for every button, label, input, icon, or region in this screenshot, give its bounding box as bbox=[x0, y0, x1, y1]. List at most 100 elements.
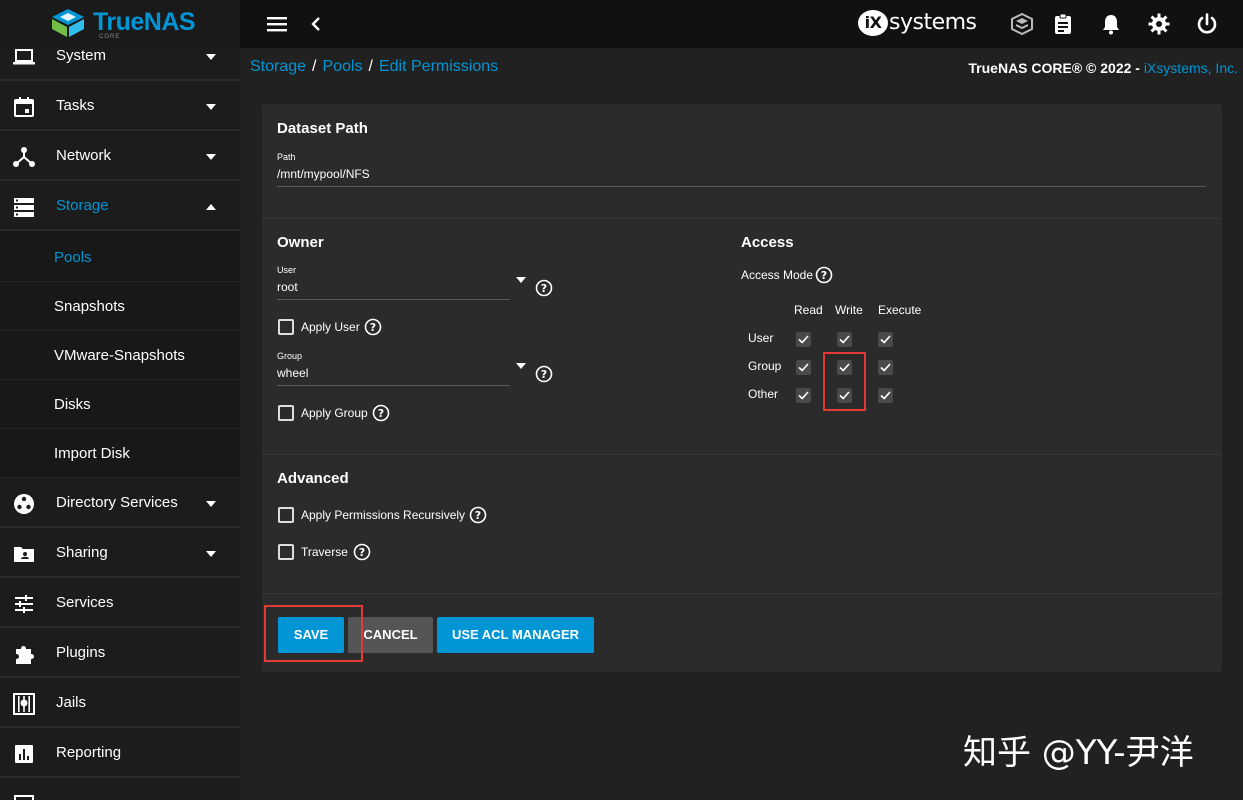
monitor-icon bbox=[14, 795, 34, 800]
column-read: Read bbox=[794, 303, 823, 317]
breadcrumb-pools[interactable]: Pools bbox=[323, 58, 363, 75]
apply-group-checkbox[interactable] bbox=[278, 405, 294, 421]
use-acl-manager-button[interactable]: USE ACL MANAGER bbox=[437, 617, 594, 653]
sidebar-subitem-import-disk[interactable]: Import Disk bbox=[0, 429, 240, 478]
help-icon[interactable]: ? bbox=[815, 266, 833, 284]
laptop-icon bbox=[13, 49, 35, 65]
main-content: Storage / Pools / Edit Permissions TrueNAS C… bbox=[240, 48, 1243, 800]
ix-logo-mark: iX bbox=[858, 10, 888, 36]
sidebar-item-label: Directory Services bbox=[56, 494, 178, 511]
copyright-text: TrueNAS CORE® © 2022 - bbox=[968, 60, 1144, 76]
svg-text:?: ? bbox=[370, 321, 376, 334]
sidebar-item-directory-services[interactable]: Directory Services bbox=[0, 480, 240, 528]
caret-down-icon bbox=[206, 54, 216, 60]
logo-area[interactable]: TrueNAS CORE bbox=[0, 0, 240, 48]
sidebar-item-plugins[interactable]: Plugins bbox=[0, 630, 240, 678]
breadcrumb-storage[interactable]: Storage bbox=[250, 58, 306, 75]
check-icon bbox=[880, 391, 891, 400]
sidebar-subitem-disks[interactable]: Disks bbox=[0, 380, 240, 429]
check-icon bbox=[839, 335, 850, 344]
back-icon[interactable] bbox=[308, 14, 324, 34]
copyright-link[interactable]: iXsystems, Inc. bbox=[1144, 60, 1238, 76]
storage-icon bbox=[14, 198, 34, 217]
check-icon bbox=[880, 363, 891, 372]
sidebar-subitem-vmware-snapshots[interactable]: VMware-Snapshots bbox=[0, 331, 240, 380]
power-icon[interactable] bbox=[1195, 12, 1219, 36]
folder-share-icon bbox=[14, 547, 34, 562]
sidebar-subitem-pools[interactable]: Pools bbox=[0, 233, 240, 282]
jail-icon bbox=[13, 693, 35, 715]
row-group: Group bbox=[748, 359, 782, 373]
sidebar-subitem-label: Import Disk bbox=[54, 445, 130, 462]
breadcrumb-edit-permissions: Edit Permissions bbox=[378, 58, 499, 75]
svg-text:?: ? bbox=[541, 368, 547, 381]
perm-other-execute-checkbox[interactable] bbox=[878, 388, 893, 403]
sidebar-item-sharing[interactable]: Sharing bbox=[0, 530, 240, 578]
sidebar-item-system[interactable]: System bbox=[0, 48, 240, 81]
sidebar-subitem-label: VMware-Snapshots bbox=[54, 347, 185, 364]
copyright: TrueNAS CORE® © 2022 - iXsystems, Inc. bbox=[968, 60, 1238, 76]
truecommand-icon[interactable] bbox=[1010, 12, 1034, 36]
svg-text:?: ? bbox=[821, 269, 827, 282]
apply-user-checkbox[interactable] bbox=[278, 319, 294, 335]
perm-user-write-checkbox[interactable] bbox=[837, 332, 852, 347]
network-icon bbox=[13, 147, 35, 167]
help-icon[interactable]: ? bbox=[535, 279, 553, 297]
perm-user-execute-checkbox[interactable] bbox=[878, 332, 893, 347]
menu-icon[interactable] bbox=[266, 14, 288, 34]
perm-group-execute-checkbox[interactable] bbox=[878, 360, 893, 375]
sidebar-subitem-snapshots[interactable]: Snapshots bbox=[0, 282, 240, 331]
sidebar-item-label: Storage bbox=[56, 197, 109, 214]
apply-group-label: Apply Group bbox=[301, 406, 368, 420]
help-icon[interactable]: ? bbox=[364, 318, 382, 336]
sidebar-item-reporting[interactable]: Reporting bbox=[0, 730, 240, 778]
apply-user-label: Apply User bbox=[301, 320, 360, 334]
section-divider bbox=[262, 593, 1222, 594]
check-icon bbox=[798, 391, 809, 400]
clipboard-icon[interactable] bbox=[1051, 12, 1075, 36]
caret-down-icon bbox=[206, 154, 216, 160]
user-select[interactable]: root bbox=[277, 280, 298, 294]
sidebar-item-label: Jails bbox=[56, 694, 87, 711]
traverse-checkbox[interactable] bbox=[278, 544, 294, 560]
caret-up-icon bbox=[206, 204, 216, 210]
sidebar: System Tasks Network Storage Pools Snaps… bbox=[0, 48, 240, 800]
directory-icon bbox=[14, 494, 34, 514]
perm-group-read-checkbox[interactable] bbox=[796, 360, 811, 375]
help-icon[interactable]: ? bbox=[372, 404, 390, 422]
apply-recursively-checkbox[interactable] bbox=[278, 507, 294, 523]
sidebar-item-storage[interactable]: Storage bbox=[0, 183, 240, 231]
group-dropdown-icon[interactable] bbox=[516, 363, 526, 369]
sidebar-item-tasks[interactable]: Tasks bbox=[0, 83, 240, 131]
user-label: User bbox=[277, 265, 297, 275]
user-dropdown-icon[interactable] bbox=[516, 277, 526, 283]
breadcrumb: Storage / Pools / Edit Permissions bbox=[250, 58, 498, 76]
highlight-save-box bbox=[264, 605, 363, 662]
sidebar-item-cutoff[interactable] bbox=[0, 780, 240, 800]
svg-text:?: ? bbox=[541, 282, 547, 295]
sidebar-item-services[interactable]: Services bbox=[0, 580, 240, 628]
bell-icon[interactable] bbox=[1099, 12, 1123, 36]
truenas-logo-icon bbox=[52, 9, 84, 37]
sidebar-item-jails[interactable]: Jails bbox=[0, 680, 240, 728]
group-select[interactable]: wheel bbox=[277, 366, 308, 380]
sidebar-subitem-label: Pools bbox=[54, 249, 92, 266]
brand-edition: CORE bbox=[99, 34, 121, 40]
path-value: /mnt/mypool/NFS bbox=[277, 167, 370, 181]
chart-icon bbox=[15, 745, 33, 763]
section-divider bbox=[262, 218, 1222, 219]
sidebar-item-label: Network bbox=[56, 147, 112, 164]
caret-down-icon bbox=[206, 501, 216, 507]
group-label: Group bbox=[277, 351, 303, 361]
dataset-path-title: Dataset Path bbox=[277, 120, 368, 137]
check-icon bbox=[798, 335, 809, 344]
help-icon[interactable]: ? bbox=[353, 543, 371, 561]
ixsystems-logo: iX systems bbox=[858, 10, 977, 38]
perm-user-read-checkbox[interactable] bbox=[796, 332, 811, 347]
help-icon[interactable]: ? bbox=[535, 365, 553, 383]
perm-other-read-checkbox[interactable] bbox=[796, 388, 811, 403]
gear-icon[interactable] bbox=[1147, 12, 1171, 36]
help-icon[interactable]: ? bbox=[469, 506, 487, 524]
sidebar-item-network[interactable]: Network bbox=[0, 133, 240, 181]
breadcrumb-separator: / bbox=[368, 58, 373, 75]
